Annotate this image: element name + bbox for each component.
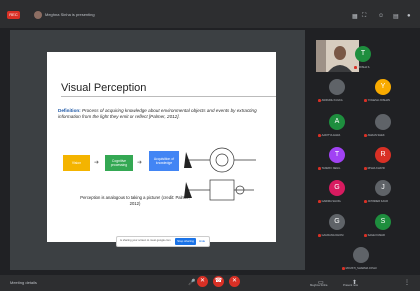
people-icon[interactable]: ☺ <box>378 13 384 19</box>
recording-badge: REC <box>7 11 20 19</box>
participant-tile[interactable]: J JATINDER KAUR <box>362 176 406 206</box>
presenter-status: Meghna Sinha is presenting <box>45 12 95 17</box>
participant-name: TANMAY NEGIL <box>318 167 360 170</box>
vision-box: Vision <box>63 155 90 171</box>
participant-tile[interactable]: R RISHA KHATR <box>362 143 406 173</box>
participant-tile[interactable]: AMAAN SHEK <box>362 110 406 140</box>
participant-avatar <box>375 114 391 130</box>
participant-name: GAURANG DHOM <box>318 234 360 237</box>
slide-title: Visual Perception <box>61 82 147 94</box>
presenter-avatar <box>34 11 42 19</box>
participant-name: TRISHA S. <box>354 66 396 69</box>
participant-name: RISHA KHATR <box>364 167 406 170</box>
mute-button[interactable]: ✕ <box>197 276 208 287</box>
participant-avatar: G <box>329 180 345 196</box>
cognitive-processing-box: Cognitive processing <box>105 155 133 171</box>
participant-tile[interactable]: MOUSTI_SHARMA JOSHI <box>340 243 384 273</box>
hide-button[interactable]: Hide <box>199 239 205 243</box>
participant-tile[interactable]: Y YOGESH JOSHAN <box>362 75 406 105</box>
participant-avatar <box>329 79 345 95</box>
slide-divider <box>61 96 276 97</box>
slide-definition: Definition: Process of acquiring knowled… <box>58 108 270 120</box>
stop-sharing-button[interactable]: Stop sharing <box>175 238 196 245</box>
arrow-icon: ➜ <box>137 160 143 166</box>
definition-text: Process of acquiring knowledge about env… <box>58 108 257 120</box>
bottom-bar: Meeting details 🎤 ✕ ☎ ✕ ▭ Meghna Sinha ⬆… <box>0 275 420 291</box>
leave-call-button[interactable]: ☎ <box>213 276 224 287</box>
participant-avatar: T <box>355 46 371 62</box>
chat-icon[interactable]: ▤ <box>393 13 399 20</box>
participant-avatar: Y <box>375 79 391 95</box>
participant-tile[interactable]: A AADITYA AGRA <box>316 110 360 140</box>
presentation-slide: Visual Perception Definition: Process of… <box>47 52 276 242</box>
microphone-icon[interactable]: 🎤 <box>188 279 195 286</box>
participant-name: GARIMA SHUKL <box>318 200 360 203</box>
participant-tile[interactable]: ANIRUDH KULKA <box>316 75 360 105</box>
screen-share-bar: is sharing your screen to meet.google.co… <box>116 236 210 247</box>
more-options-icon[interactable]: ⋮ <box>404 279 410 286</box>
arrow-icon: ➜ <box>94 160 100 166</box>
participant-name: AADITYA AGRA <box>318 134 360 137</box>
participant-tile[interactable]: S SAGE KUMAR <box>362 210 406 240</box>
definition-label: Definition: <box>58 108 81 113</box>
participant-name: AMAAN SHEK <box>364 134 406 137</box>
fullscreen-icon[interactable]: ⛶ <box>362 13 366 20</box>
participant-avatar <box>353 247 369 263</box>
knowledge-box: Acquisition of knowledge <box>149 151 179 171</box>
participant-avatar: A <box>329 114 345 130</box>
camera-off-button[interactable]: ✕ <box>229 276 240 287</box>
top-bar: REC Meghna Sinha is presenting ▦ ⛶ ☺ ▤ ● <box>0 0 420 28</box>
participant-avatar: R <box>375 147 391 163</box>
account-icon[interactable]: ● <box>407 13 411 19</box>
participant-avatar: J <box>375 180 391 196</box>
user-label: Meghna Sinha <box>310 284 328 287</box>
layout-icon[interactable]: ▦ <box>352 13 358 20</box>
share-status-text: is sharing your screen to meet.google.co… <box>120 239 171 242</box>
participant-tile[interactable]: G GARIMA SHUKL <box>316 176 360 206</box>
participant-name: ANIRUDH KULKA <box>318 99 360 102</box>
participant-avatar: T <box>329 147 345 163</box>
participant-tile[interactable]: T TRISHA S. <box>330 42 374 72</box>
participant-name: YOGESH JOSHAN <box>364 99 406 102</box>
perception-caption: Perception is analogous to taking a pict… <box>80 195 190 206</box>
participant-avatar: S <box>375 214 391 230</box>
meeting-details-button[interactable]: Meeting details <box>10 280 37 285</box>
participant-name: SAGE KUMAR <box>364 234 406 237</box>
participant-tile[interactable]: T TANMAY NEGIL <box>316 143 360 173</box>
participant-tile[interactable]: G GAURANG DHOM <box>316 210 360 240</box>
participant-avatar: G <box>329 214 345 230</box>
participant-name: JATINDER KAUR <box>364 200 406 203</box>
participant-name: MOUSTI_SHARMA JOSHI <box>342 267 384 270</box>
present-now-label[interactable]: Present now <box>343 284 358 287</box>
